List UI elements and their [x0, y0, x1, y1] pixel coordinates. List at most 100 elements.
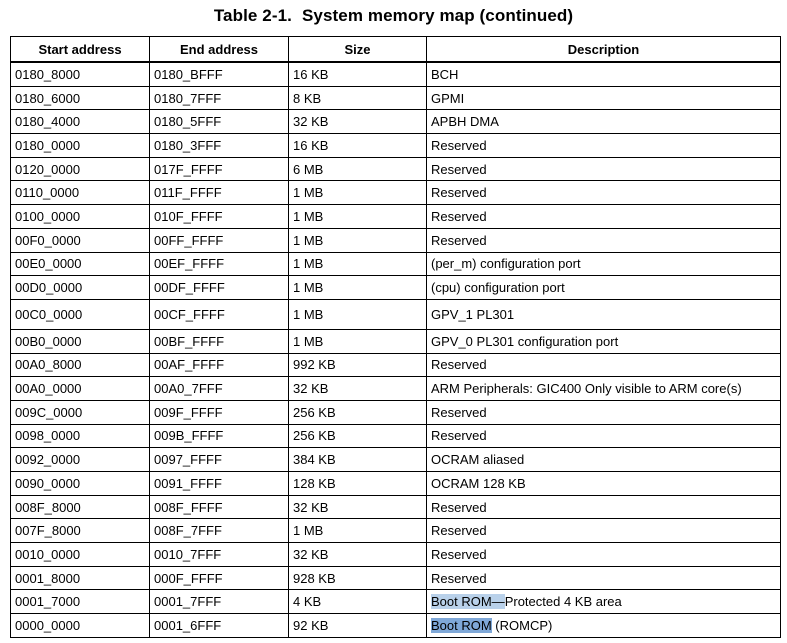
header-description: Description: [426, 36, 781, 63]
size-cell: 16 KB: [288, 61, 427, 87]
size-cell: 32 KB: [288, 542, 427, 567]
table-row: 0120_0000 017F_FFFF 6 MB Reserved: [10, 156, 781, 182]
description-cell: GPV_1 PL301: [426, 298, 781, 330]
description-cell: Boot ROM—Protected 4 KB area: [426, 589, 781, 615]
size-cell: 1 MB: [288, 204, 427, 229]
description-cell: Reserved: [426, 156, 781, 182]
description-cell: GPMI: [426, 85, 781, 111]
size-cell: 992 KB: [288, 352, 427, 378]
start-address-cell: 0180_8000: [10, 61, 150, 87]
size-cell: 1 MB: [288, 298, 427, 330]
description-cell: Reserved: [426, 518, 781, 544]
start-address-cell: 0180_6000: [10, 85, 150, 111]
description-rest: (ROMCP): [491, 617, 553, 633]
start-address-cell: 0090_0000: [10, 471, 150, 496]
end-address-cell: 0180_5FFF: [149, 109, 289, 135]
description-cell: (cpu) configuration port: [426, 275, 781, 300]
selected-text-highlight[interactable]: Boot ROM: [431, 617, 492, 633]
description-cell: Reserved: [426, 204, 781, 229]
table-caption: Table 2-1. System memory map (continued): [0, 6, 787, 26]
start-address-cell: 00C0_0000: [10, 298, 150, 330]
start-address-cell: 00A0_0000: [10, 376, 150, 401]
table-row: 0090_0000 0091_FFFF 128 KB OCRAM 128 KB: [10, 471, 781, 496]
start-address-cell: 0180_4000: [10, 109, 150, 135]
table-row: 007F_8000 008F_7FFF 1 MB Reserved: [10, 518, 781, 544]
description-cell: Reserved: [426, 399, 781, 425]
table-row: 0092_0000 0097_FFFF 384 KB OCRAM aliased: [10, 447, 781, 472]
size-cell: 1 MB: [288, 251, 427, 277]
table-title: System memory map (continued): [301, 6, 574, 25]
end-address-cell: 011F_FFFF: [149, 180, 289, 206]
start-address-cell: 0000_0000: [10, 613, 150, 638]
description-cell: BCH: [426, 61, 781, 87]
size-cell: 32 KB: [288, 494, 427, 520]
end-address-cell: 00AF_FFFF: [149, 352, 289, 378]
end-address-cell: 0001_7FFF: [149, 589, 289, 615]
start-address-cell: 0001_8000: [10, 565, 150, 591]
table-row: 0180_0000 0180_3FFF 16 KB Reserved: [10, 133, 781, 158]
start-address-cell: 008F_8000: [10, 494, 150, 520]
header-end-address: End address: [149, 36, 289, 63]
table-row: 0180_6000 0180_7FFF 8 KB GPMI: [10, 85, 781, 111]
table-row: 00A0_8000 00AF_FFFF 992 KB Reserved: [10, 352, 781, 378]
end-address-cell: 0180_7FFF: [149, 85, 289, 111]
size-cell: 32 KB: [288, 109, 427, 135]
start-address-cell: 0001_7000: [10, 589, 150, 615]
start-address-cell: 0110_0000: [10, 180, 150, 206]
start-address-cell: 0180_0000: [10, 133, 150, 158]
end-address-cell: 0010_7FFF: [149, 542, 289, 567]
start-address-cell: 00E0_0000: [10, 251, 150, 277]
description-cell: (per_m) configuration port: [426, 251, 781, 277]
end-address-cell: 0001_6FFF: [149, 613, 289, 638]
size-cell: 384 KB: [288, 447, 427, 472]
table-row: 00C0_0000 00CF_FFFF 1 MB GPV_1 PL301: [10, 298, 781, 330]
description-cell: Reserved: [426, 542, 781, 567]
start-address-cell: 0098_0000: [10, 423, 150, 449]
end-address-cell: 00EF_FFFF: [149, 251, 289, 277]
table-row: 0110_0000 011F_FFFF 1 MB Reserved: [10, 180, 781, 206]
end-address-cell: 008F_7FFF: [149, 518, 289, 544]
start-address-cell: 00F0_0000: [10, 227, 150, 253]
start-address-cell: 0120_0000: [10, 156, 150, 182]
table-row: 00B0_0000 00BF_FFFF 1 MB GPV_0 PL301 con…: [10, 328, 781, 354]
table-row: 0100_0000 010F_FFFF 1 MB Reserved: [10, 204, 781, 229]
end-address-cell: 00DF_FFFF: [149, 275, 289, 300]
size-cell: 4 KB: [288, 589, 427, 615]
size-cell: 8 KB: [288, 85, 427, 111]
size-cell: 928 KB: [288, 565, 427, 591]
description-cell: Reserved: [426, 565, 781, 591]
size-cell: 1 MB: [288, 275, 427, 300]
description-cell: OCRAM aliased: [426, 447, 781, 472]
end-address-cell: 00CF_FFFF: [149, 298, 289, 330]
size-cell: 256 KB: [288, 399, 427, 425]
table-row: 00D0_0000 00DF_FFFF 1 MB (cpu) configura…: [10, 275, 781, 300]
memory-map-table: Start address End address Size Descripti…: [10, 36, 781, 638]
size-cell: 1 MB: [288, 227, 427, 253]
size-cell: 256 KB: [288, 423, 427, 449]
end-address-cell: 017F_FFFF: [149, 156, 289, 182]
size-cell: 1 MB: [288, 328, 427, 354]
end-address-cell: 00A0_7FFF: [149, 376, 289, 401]
selected-text-highlight[interactable]: Boot ROM—: [431, 594, 505, 610]
table-row: 0010_0000 0010_7FFF 32 KB Reserved: [10, 542, 781, 567]
size-cell: 32 KB: [288, 376, 427, 401]
header-size: Size: [288, 36, 427, 63]
end-address-cell: 009F_FFFF: [149, 399, 289, 425]
table-row: 00F0_0000 00FF_FFFF 1 MB Reserved: [10, 227, 781, 253]
table-row: 008F_8000 008F_FFFF 32 KB Reserved: [10, 494, 781, 520]
start-address-cell: 00B0_0000: [10, 328, 150, 354]
size-cell: 92 KB: [288, 613, 427, 638]
table-row: 009C_0000 009F_FFFF 256 KB Reserved: [10, 399, 781, 425]
start-address-cell: 00D0_0000: [10, 275, 150, 300]
end-address-cell: 0097_FFFF: [149, 447, 289, 472]
start-address-cell: 00A0_8000: [10, 352, 150, 378]
table-number: Table 2-1.: [213, 6, 292, 25]
table-row: 0000_0000 0001_6FFF 92 KB Boot ROM (ROMC…: [10, 613, 781, 638]
header-start-address: Start address: [10, 36, 150, 63]
end-address-cell: 00BF_FFFF: [149, 328, 289, 354]
table-row: 00E0_0000 00EF_FFFF 1 MB (per_m) configu…: [10, 251, 781, 277]
table-row: 0001_7000 0001_7FFF 4 KB Boot ROM—Protec…: [10, 589, 781, 615]
start-address-cell: 009C_0000: [10, 399, 150, 425]
size-cell: 16 KB: [288, 133, 427, 158]
description-cell: GPV_0 PL301 configuration port: [426, 328, 781, 354]
